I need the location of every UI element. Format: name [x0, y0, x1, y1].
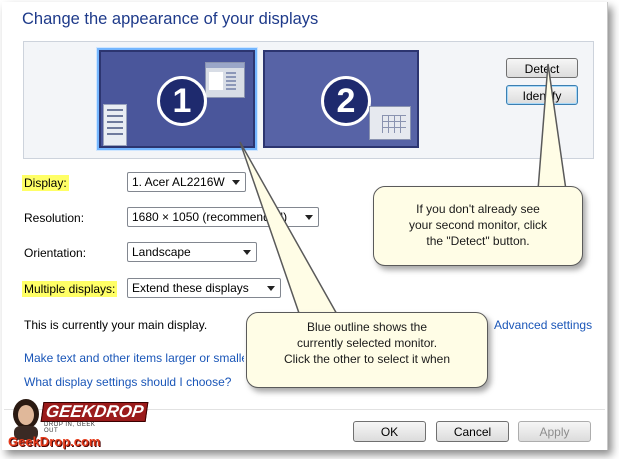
chevron-down-icon [232, 180, 240, 185]
monitor-2[interactable]: 2 [263, 50, 419, 148]
resolution-label: Resolution: [24, 211, 85, 225]
multiple-displays-label: Multiple displays: [22, 281, 118, 297]
taskbar-thumbnail [103, 104, 127, 146]
chevron-down-icon [305, 215, 313, 220]
window-thumbnail [369, 106, 411, 140]
display-select[interactable]: 1. Acer AL2216W [127, 172, 246, 192]
resolution-select[interactable]: 1680 × 1050 (recommended) [127, 207, 319, 227]
ok-button[interactable]: OK [353, 421, 426, 442]
multiple-displays-select[interactable]: Extend these displays [127, 278, 281, 298]
identify-button[interactable]: Identify [506, 85, 578, 105]
callout-selection-tip: Blue outline shows the currently selecte… [246, 312, 488, 388]
detect-button[interactable]: Detect [506, 58, 578, 78]
monitor-preview-area: 1 2 Detect Identify [23, 41, 594, 159]
apply-button: Apply [518, 421, 591, 442]
advanced-settings-link[interactable]: Advanced settings [494, 318, 592, 332]
cancel-button[interactable]: Cancel [436, 421, 509, 442]
window-thumbnail [205, 62, 245, 98]
main-display-note: This is currently your main display. [24, 318, 208, 332]
callout-detect-tip: If you don't already see your second mon… [373, 186, 583, 266]
which-settings-link[interactable]: What display settings should I choose? [24, 375, 231, 389]
orientation-select[interactable]: Landscape [127, 242, 257, 262]
geekdrop-logo: GEEKDROP DROP IN, GEEK OUT GeekDrop.com [6, 398, 149, 454]
chevron-down-icon [243, 250, 251, 255]
display-label: Display: [22, 175, 69, 191]
text-size-link[interactable]: Make text and other items larger or smal… [24, 351, 244, 365]
orientation-label: Orientation: [24, 246, 87, 260]
page-title: Change the appearance of your displays [22, 10, 319, 28]
monitor-1-number: 1 [157, 76, 207, 126]
monitor-2-number: 2 [321, 76, 371, 126]
chevron-down-icon [267, 286, 275, 291]
monitor-1[interactable]: 1 [99, 50, 255, 148]
